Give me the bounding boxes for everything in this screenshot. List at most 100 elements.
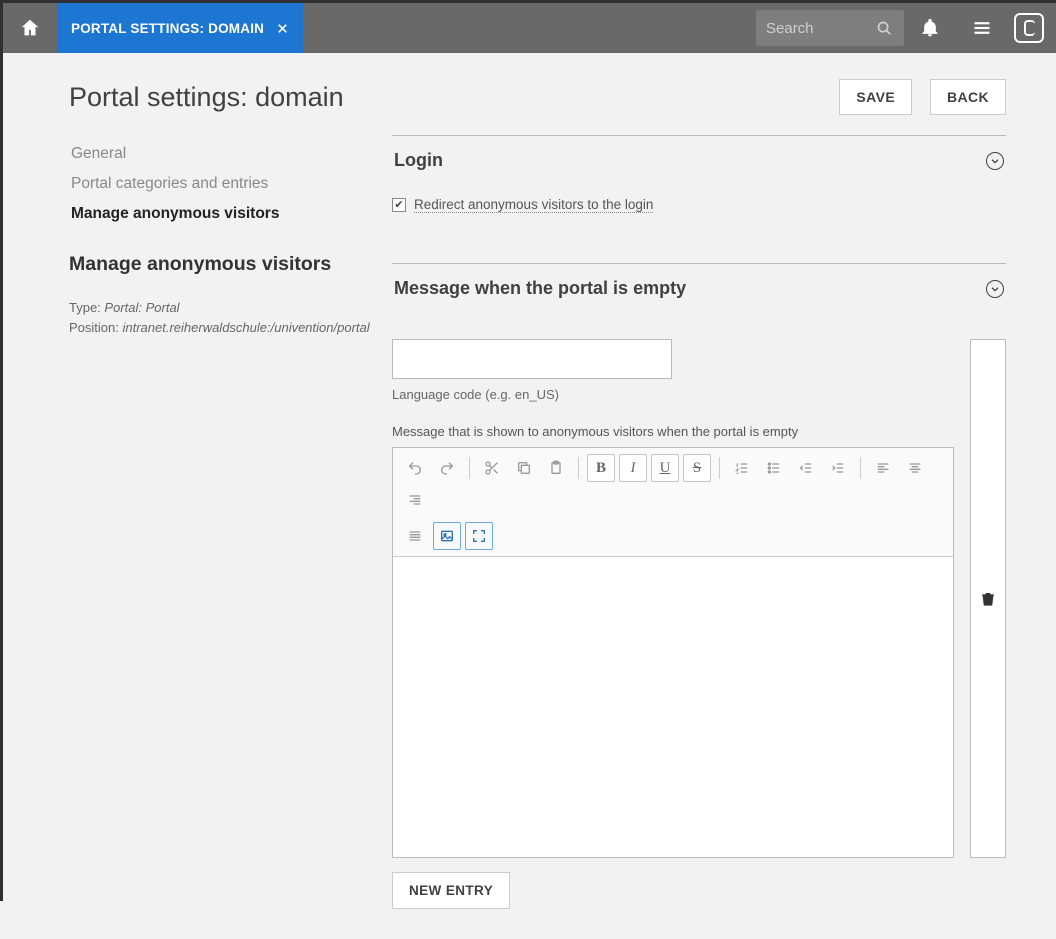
rte-ordered-list-button[interactable]: [728, 454, 756, 482]
search-input[interactable]: [756, 20, 866, 37]
rte-strike-button[interactable]: S: [683, 454, 711, 482]
tab-label: PORTAL SETTINGS: DOMAIN: [71, 21, 264, 36]
bold-icon: B: [596, 460, 606, 477]
bell-icon: [920, 18, 940, 38]
rte-cut-button[interactable]: [478, 454, 506, 482]
sidebar-heading: Manage anonymous visitors: [69, 253, 392, 276]
rte-fullscreen-button[interactable]: [465, 522, 493, 550]
close-icon: [276, 22, 289, 35]
meta-type: Type: Portal: Portal: [69, 298, 392, 318]
search-button[interactable]: [866, 10, 902, 46]
chevron-down-icon: [990, 284, 1000, 294]
redirect-checkbox-label[interactable]: Redirect anonymous visitors to the login: [414, 197, 653, 213]
scissors-icon: [484, 460, 500, 476]
ordered-list-icon: [734, 460, 750, 476]
chevron-down-icon: [990, 156, 1000, 166]
rte-align-center-button[interactable]: [901, 454, 929, 482]
active-tab[interactable]: PORTAL SETTINGS: DOMAIN: [57, 3, 303, 53]
meta-position-value: intranet.reiherwaldschule:/univention/po…: [122, 320, 369, 335]
page: Portal settings: domain SAVE BACK Genera…: [3, 53, 1056, 939]
undo-icon: [407, 460, 423, 476]
rte-content-area[interactable]: [393, 557, 953, 857]
main: Login Redirect anonymous visitors to the…: [392, 135, 1006, 909]
sidebar-item-anonymous[interactable]: Manage anonymous visitors: [69, 199, 392, 229]
collapse-toggle-empty[interactable]: [986, 280, 1004, 298]
section-login-title: Login: [394, 150, 443, 171]
delete-entry-button[interactable]: [970, 339, 1006, 858]
home-icon: [19, 17, 41, 39]
section-empty-title: Message when the portal is empty: [394, 278, 686, 299]
meta-position: Position: intranet.reiherwaldschule:/uni…: [69, 318, 392, 338]
strikethrough-icon: S: [693, 460, 701, 477]
editor-main: Language code (e.g. en_US) Message that …: [392, 339, 954, 858]
save-button[interactable]: SAVE: [839, 79, 912, 115]
brand-logo-icon: [1024, 20, 1035, 36]
search-icon: [876, 20, 893, 37]
rte-copy-button[interactable]: [510, 454, 538, 482]
underline-icon: U: [660, 460, 671, 477]
rte-outdent-button[interactable]: [792, 454, 820, 482]
rte-separator: [860, 457, 861, 479]
fullscreen-icon: [471, 528, 487, 544]
language-code-input[interactable]: [392, 339, 672, 379]
new-entry-button[interactable]: NEW ENTRY: [392, 872, 510, 909]
tab-close-button[interactable]: [276, 22, 289, 35]
rte-paste-button[interactable]: [542, 454, 570, 482]
unordered-list-icon: [766, 460, 782, 476]
rte-italic-button[interactable]: I: [619, 454, 647, 482]
rte-redo-button[interactable]: [433, 454, 461, 482]
meta-position-label: Position:: [69, 320, 122, 335]
sidebar-item-general[interactable]: General: [69, 139, 392, 169]
section-login-header[interactable]: Login: [392, 135, 1006, 183]
redirect-checkbox[interactable]: [392, 198, 406, 212]
copy-icon: [516, 460, 532, 476]
rte-align-left-button[interactable]: [869, 454, 897, 482]
sidebar: General Portal categories and entries Ma…: [69, 135, 392, 909]
sidebar-item-categories[interactable]: Portal categories and entries: [69, 169, 392, 199]
action-buttons: SAVE BACK: [839, 79, 1006, 115]
sidebar-nav: General Portal categories and entries Ma…: [69, 135, 392, 229]
sidebar-meta: Type: Portal: Portal Position: intranet.…: [69, 298, 392, 337]
align-center-icon: [907, 460, 923, 476]
rte-insert-image-button[interactable]: [433, 522, 461, 550]
clipboard-icon: [548, 460, 564, 476]
message-field-label: Message that is shown to anonymous visit…: [392, 424, 954, 439]
rich-text-editor: B I U S: [392, 447, 954, 858]
rte-bold-button[interactable]: B: [587, 454, 615, 482]
rte-separator: [578, 457, 579, 479]
search-box[interactable]: [756, 10, 904, 46]
topbar: PORTAL SETTINGS: DOMAIN: [3, 3, 1056, 53]
language-code-help: Language code (e.g. en_US): [392, 387, 954, 402]
align-left-icon: [875, 460, 891, 476]
section-empty-header[interactable]: Message when the portal is empty: [392, 263, 1006, 311]
meta-type-label: Type:: [69, 300, 104, 315]
notifications-button[interactable]: [904, 3, 956, 53]
align-right-icon: [407, 492, 423, 508]
page-title: Portal settings: domain: [69, 82, 344, 113]
menu-button[interactable]: [956, 3, 1008, 53]
rte-underline-button[interactable]: U: [651, 454, 679, 482]
columns: General Portal categories and entries Ma…: [69, 135, 1006, 909]
rte-unordered-list-button[interactable]: [760, 454, 788, 482]
back-button[interactable]: BACK: [930, 79, 1006, 115]
collapse-toggle-login[interactable]: [986, 152, 1004, 170]
rte-separator: [719, 457, 720, 479]
align-justify-icon: [407, 528, 423, 544]
login-checkbox-row: Redirect anonymous visitors to the login: [392, 183, 1006, 263]
meta-type-value: Portal: Portal: [104, 300, 179, 315]
outdent-icon: [798, 460, 814, 476]
rte-toolbar: B I U S: [393, 448, 953, 557]
indent-icon: [830, 460, 846, 476]
rte-align-justify-button[interactable]: [401, 522, 429, 550]
rte-indent-button[interactable]: [824, 454, 852, 482]
home-button[interactable]: [3, 3, 57, 53]
image-icon: [439, 528, 455, 544]
rte-separator: [469, 457, 470, 479]
editor-row: Language code (e.g. en_US) Message that …: [392, 339, 1006, 858]
italic-icon: I: [631, 460, 636, 477]
brand-logo[interactable]: [1014, 13, 1044, 43]
trash-icon: [980, 590, 996, 608]
rte-undo-button[interactable]: [401, 454, 429, 482]
hamburger-icon: [972, 18, 992, 38]
rte-align-right-button[interactable]: [401, 486, 429, 514]
